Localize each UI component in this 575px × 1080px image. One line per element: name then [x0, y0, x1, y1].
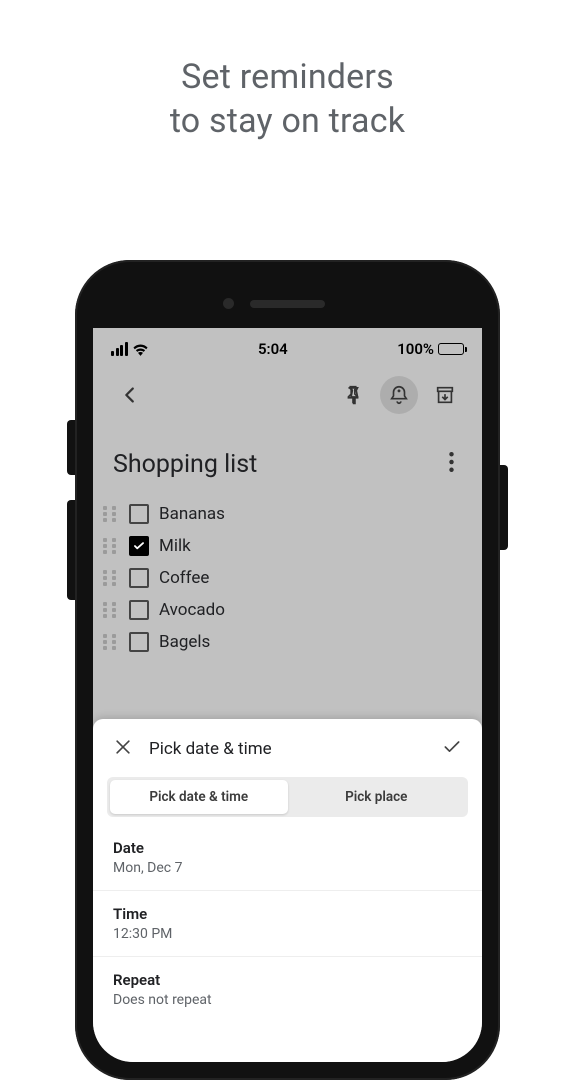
list-item[interactable]: Avocado [103, 594, 472, 626]
promo-headline: Set reminders to stay on track [0, 55, 575, 143]
repeat-label: Repeat [113, 971, 462, 989]
promo-line2: to stay on track [0, 99, 575, 143]
item-text[interactable]: Coffee [159, 568, 209, 588]
drag-handle-icon[interactable] [103, 506, 119, 522]
reminder-sheet: Pick date & time Pick date & time Pick p… [93, 719, 482, 1062]
close-button[interactable] [113, 737, 133, 761]
signal-icon [111, 342, 128, 356]
date-field[interactable]: Date Mon, Dec 7 [93, 825, 482, 891]
list-item[interactable]: Bagels [103, 626, 472, 658]
drag-handle-icon[interactable] [103, 538, 119, 554]
time-label: Time [113, 905, 462, 923]
repeat-field[interactable]: Repeat Does not repeat [93, 957, 482, 1022]
checkbox[interactable] [129, 600, 149, 620]
confirm-button[interactable] [442, 737, 462, 761]
status-bar: 5:04 100% [93, 328, 482, 366]
drag-handle-icon[interactable] [103, 602, 119, 618]
checkbox[interactable] [129, 504, 149, 524]
date-label: Date [113, 839, 462, 857]
drag-handle-icon[interactable] [103, 570, 119, 586]
tab-date-time[interactable]: Pick date & time [110, 780, 288, 814]
note-title[interactable]: Shopping list [113, 450, 257, 479]
reminder-button[interactable] [380, 376, 418, 414]
checkbox[interactable] [129, 568, 149, 588]
status-time: 5:04 [258, 340, 288, 358]
time-value: 12:30 PM [113, 926, 462, 942]
item-text[interactable]: Avocado [159, 600, 225, 620]
drag-handle-icon[interactable] [103, 634, 119, 650]
checkbox[interactable] [129, 632, 149, 652]
date-value: Mon, Dec 7 [113, 860, 462, 876]
segmented-control: Pick date & time Pick place [107, 777, 468, 817]
wifi-icon [132, 343, 149, 356]
list-item[interactable]: Bananas [103, 498, 472, 530]
battery-percent: 100% [397, 340, 434, 358]
item-text[interactable]: Milk [159, 536, 191, 556]
list-item[interactable]: Milk [103, 530, 472, 562]
checklist: Bananas Milk Coffee Avocado Bagels [93, 494, 482, 658]
checkbox[interactable] [129, 536, 149, 556]
tab-place[interactable]: Pick place [288, 780, 466, 814]
archive-button[interactable] [426, 376, 464, 414]
sheet-title: Pick date & time [149, 739, 442, 759]
repeat-value: Does not repeat [113, 992, 462, 1008]
item-text[interactable]: Bananas [159, 504, 225, 524]
pin-button[interactable] [334, 376, 372, 414]
back-button[interactable] [111, 376, 149, 414]
more-options-button[interactable] [441, 444, 462, 484]
time-field[interactable]: Time 12:30 PM [93, 891, 482, 957]
battery-icon [438, 343, 464, 355]
item-text[interactable]: Bagels [159, 632, 210, 652]
list-item[interactable]: Coffee [103, 562, 472, 594]
promo-line1: Set reminders [0, 55, 575, 99]
phone-frame: 5:04 100% [75, 260, 500, 1080]
